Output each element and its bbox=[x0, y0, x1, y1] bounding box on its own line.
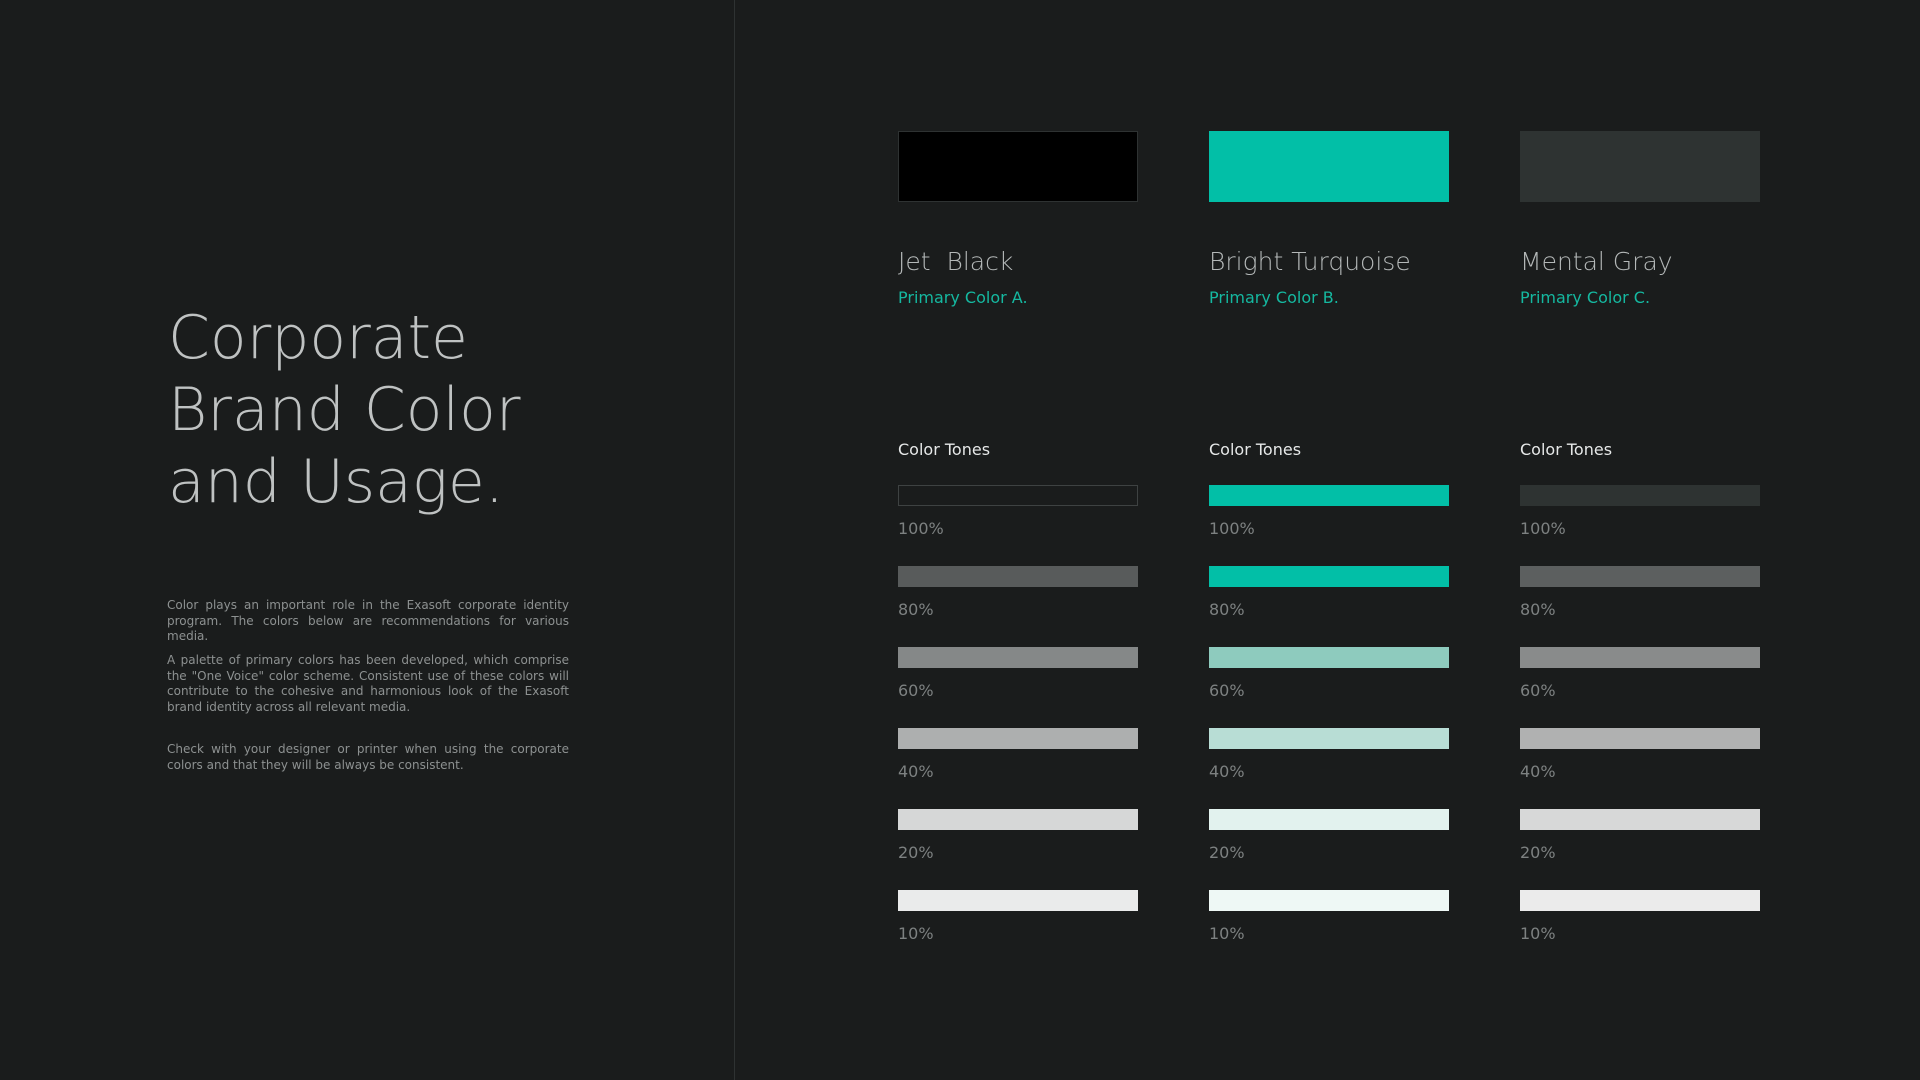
tone-item: 40% bbox=[1209, 728, 1449, 782]
tone-percent: 80% bbox=[1520, 600, 1556, 619]
tone-item: 20% bbox=[1209, 809, 1449, 863]
color-name: Mental Gray bbox=[1520, 247, 1673, 276]
tone-percent: 10% bbox=[898, 924, 934, 943]
tone-percent: 40% bbox=[1209, 762, 1245, 781]
tone-percent: 100% bbox=[898, 519, 944, 538]
color-swatch bbox=[1520, 131, 1760, 202]
tone-bar bbox=[1520, 809, 1760, 830]
tone-item: 80% bbox=[1520, 566, 1760, 620]
tone-bar bbox=[898, 809, 1138, 830]
color-swatch bbox=[898, 131, 1138, 202]
tone-item: 10% bbox=[1209, 890, 1449, 944]
tone-bar bbox=[1520, 728, 1760, 749]
tone-percent: 80% bbox=[898, 600, 934, 619]
tone-percent: 20% bbox=[1520, 843, 1556, 862]
consistency-paragraph: Check with your designer or printer when… bbox=[167, 742, 569, 772]
color-name: Bright Turquoise bbox=[1209, 247, 1411, 276]
tone-item: 10% bbox=[898, 890, 1138, 944]
tone-item: 10% bbox=[1520, 890, 1760, 944]
palette-paragraph: A palette of primary colors has been dev… bbox=[167, 653, 569, 714]
tone-item: 20% bbox=[898, 809, 1138, 863]
color-tones-label: Color Tones bbox=[1520, 440, 1613, 459]
color-subtitle: Primary Color C. bbox=[1520, 288, 1651, 307]
color-tones-label: Color Tones bbox=[1209, 440, 1302, 459]
tone-item: 60% bbox=[898, 647, 1138, 701]
tone-bar bbox=[898, 647, 1138, 668]
tone-item: 40% bbox=[898, 728, 1138, 782]
tone-percent: 20% bbox=[1209, 843, 1245, 862]
tone-percent: 80% bbox=[1209, 600, 1245, 619]
page-title-line-3: and Usage. bbox=[168, 447, 504, 517]
tone-bar bbox=[1209, 485, 1449, 506]
tone-item: 60% bbox=[1209, 647, 1449, 701]
tone-bar bbox=[1209, 890, 1449, 911]
tone-percent: 40% bbox=[898, 762, 934, 781]
color-name: Jet Black bbox=[898, 247, 1014, 276]
tone-item: 100% bbox=[898, 485, 1138, 539]
brand-color-page: Corporate Brand Color and Usage. Color p… bbox=[0, 0, 1920, 1080]
tone-bar bbox=[1520, 566, 1760, 587]
page-title-line-2: Brand Color bbox=[168, 375, 521, 445]
tone-bar bbox=[1520, 485, 1760, 506]
vertical-divider bbox=[734, 0, 735, 1080]
tone-bar bbox=[1520, 890, 1760, 911]
tone-percent: 60% bbox=[1520, 681, 1556, 700]
tone-item: 100% bbox=[1520, 485, 1760, 539]
tone-percent: 60% bbox=[898, 681, 934, 700]
tone-bar bbox=[1209, 566, 1449, 587]
tone-item: 80% bbox=[1209, 566, 1449, 620]
tone-bar bbox=[1520, 647, 1760, 668]
color-subtitle: Primary Color A. bbox=[898, 288, 1028, 307]
tone-bar bbox=[898, 890, 1138, 911]
tone-bar bbox=[898, 485, 1138, 506]
tone-percent: 20% bbox=[898, 843, 934, 862]
tone-percent: 60% bbox=[1209, 681, 1245, 700]
tone-percent: 10% bbox=[1520, 924, 1556, 943]
color-swatch bbox=[1209, 131, 1449, 202]
color-tones-label: Color Tones bbox=[898, 440, 991, 459]
tone-percent: 40% bbox=[1520, 762, 1556, 781]
tone-item: 100% bbox=[1209, 485, 1449, 539]
intro-paragraph: Color plays an important role in the Exa… bbox=[167, 598, 569, 643]
tone-percent: 100% bbox=[1209, 519, 1255, 538]
tone-item: 60% bbox=[1520, 647, 1760, 701]
tone-bar bbox=[1209, 647, 1449, 668]
tone-percent: 10% bbox=[1209, 924, 1245, 943]
page-title: Corporate Brand Color and Usage. bbox=[168, 302, 521, 518]
tone-bar bbox=[898, 728, 1138, 749]
tone-bar bbox=[898, 566, 1138, 587]
tone-item: 80% bbox=[898, 566, 1138, 620]
tone-percent: 100% bbox=[1520, 519, 1566, 538]
tone-item: 40% bbox=[1520, 728, 1760, 782]
tone-item: 20% bbox=[1520, 809, 1760, 863]
page-title-line-1: Corporate bbox=[168, 303, 468, 373]
tone-bar bbox=[1209, 809, 1449, 830]
color-subtitle: Primary Color B. bbox=[1209, 288, 1339, 307]
tone-bar bbox=[1209, 728, 1449, 749]
